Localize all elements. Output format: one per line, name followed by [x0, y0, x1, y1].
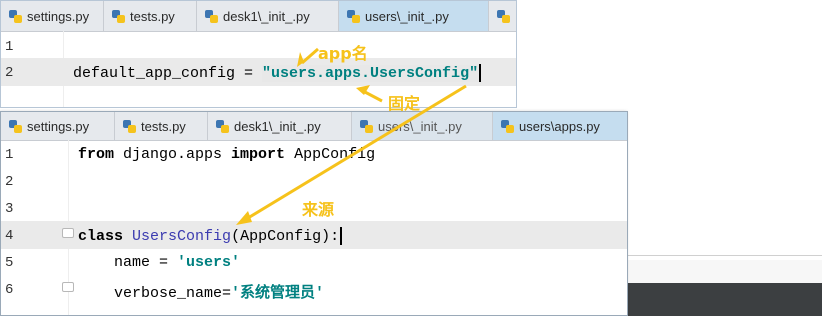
code-assignment: verbose_name= [114, 285, 232, 302]
tab-label: tests.py [130, 8, 175, 24]
tab-label: settings.py [27, 118, 90, 134]
tab-label: users\_init_.py [378, 118, 462, 134]
code-string: "users.apps.UsersConfig" [262, 64, 479, 82]
editor-tab-bar: settings.py tests.py desk1\_init_.py use… [1, 112, 627, 141]
text-cursor [479, 64, 482, 82]
code-line[interactable]: from django.apps import AppConfig [78, 146, 375, 163]
code-string: 'users' [177, 254, 241, 271]
line-number: 5 [5, 255, 14, 271]
editor-tab-bar: settings.py tests.py desk1\_init_.py use… [1, 1, 516, 32]
line-number: 2 [5, 65, 14, 81]
code-string: '系统管理员' [231, 285, 325, 302]
tab-overflow[interactable] [489, 1, 516, 31]
code-class-name: UsersConfig [132, 227, 232, 245]
background-toolbar [628, 283, 822, 316]
tab-users-init-py[interactable]: users\_init_.py [352, 112, 493, 140]
tab-desk1-init-py[interactable]: desk1\_init_.py [208, 112, 352, 140]
tab-settings-py[interactable]: settings.py [1, 1, 104, 31]
line-number: 4 [5, 228, 14, 244]
python-file-icon [216, 119, 229, 133]
tab-settings-py[interactable]: settings.py [1, 112, 115, 140]
python-file-icon [112, 9, 125, 23]
code-assignment: default_app_config = [73, 64, 263, 82]
background-panel [628, 260, 822, 283]
tab-tests-py[interactable]: tests.py [115, 112, 208, 140]
tab-users-init-py[interactable]: users\_init_.py [339, 1, 489, 31]
code-line[interactable]: name = 'users' [114, 254, 240, 271]
background-divider [628, 255, 822, 256]
tab-label: desk1\_init_.py [223, 8, 310, 24]
python-file-icon [9, 119, 22, 133]
code-keyword: import [231, 146, 286, 163]
code-keyword: class [78, 227, 124, 245]
tab-label: desk1\_init_.py [234, 118, 321, 134]
python-file-icon [9, 9, 22, 23]
python-file-icon [360, 119, 373, 133]
python-file-icon [347, 9, 360, 23]
code-assignment: name = [114, 254, 178, 271]
fold-marker-icon[interactable] [62, 228, 74, 238]
code-identifier: AppConfig [285, 146, 376, 163]
editor-window-init: settings.py tests.py desk1\_init_.py use… [0, 0, 517, 108]
code-identifier: (AppConfig): [231, 227, 340, 245]
code-line[interactable]: class UsersConfig(AppConfig): [78, 227, 343, 245]
tab-users-apps-py[interactable]: users\apps.py [493, 112, 627, 140]
code-line[interactable]: verbose_name='系统管理员' [114, 281, 324, 302]
line-number: 1 [5, 39, 14, 55]
annotation-app-name: app名 [318, 44, 368, 63]
code-module: django.apps [114, 146, 232, 163]
fold-marker-icon[interactable] [62, 282, 74, 292]
tab-desk1-init-py[interactable]: desk1\_init_.py [197, 1, 339, 31]
python-file-icon [205, 9, 218, 23]
line-number: 6 [5, 282, 14, 298]
tab-label: settings.py [27, 8, 90, 24]
annotation-source: 来源 [302, 200, 335, 219]
line-number: 3 [5, 201, 14, 217]
python-file-icon [123, 119, 136, 133]
python-file-icon [501, 119, 514, 133]
annotation-fixed: 固定 [388, 94, 421, 113]
line-number: 1 [5, 147, 14, 163]
code-line[interactable]: default_app_config = "users.apps.UsersCo… [73, 64, 482, 82]
tab-label: tests.py [141, 118, 186, 134]
text-cursor [340, 227, 343, 245]
tab-label: users\apps.py [519, 118, 600, 134]
python-file-icon [497, 9, 510, 23]
tab-label: users\_init_.py [365, 8, 449, 24]
tab-tests-py[interactable]: tests.py [104, 1, 197, 31]
code-keyword: from [78, 146, 115, 163]
line-number: 2 [5, 174, 14, 190]
